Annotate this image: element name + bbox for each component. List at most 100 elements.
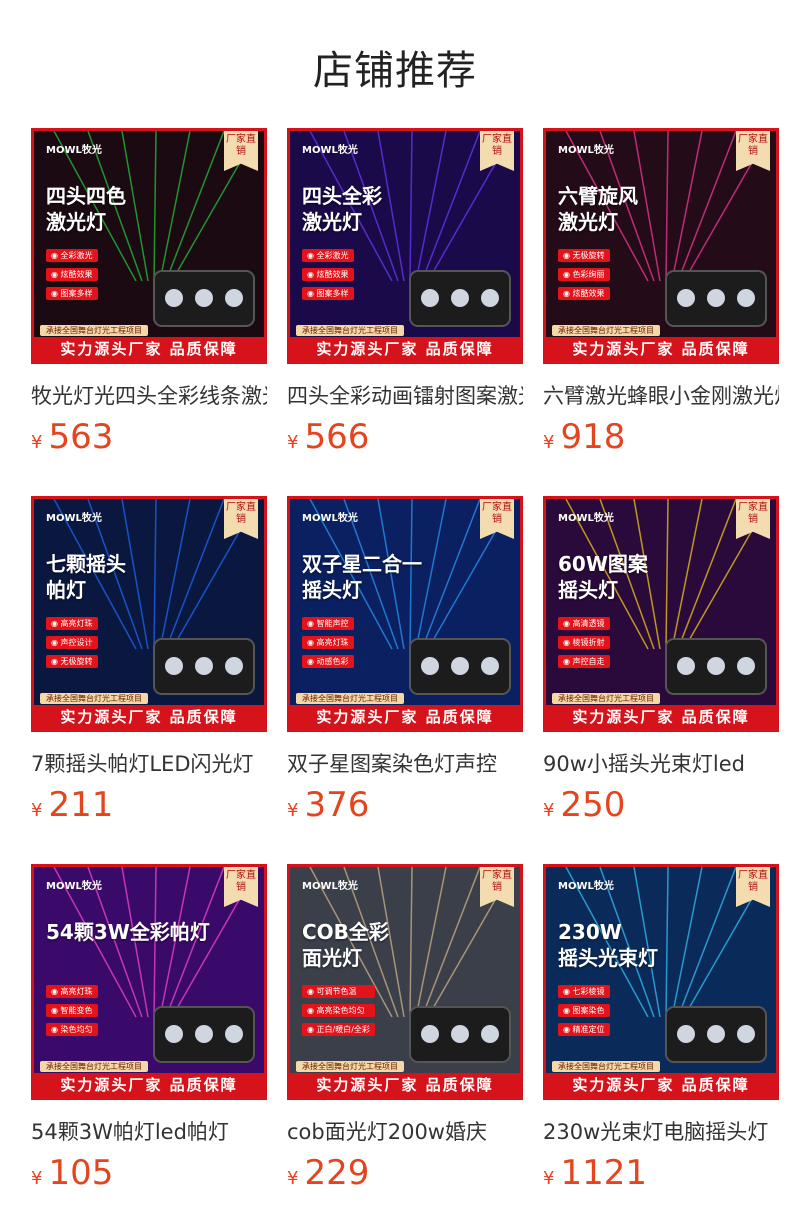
fixture-lens [451, 289, 469, 307]
feature-list: ◉ 智能声控 ◉ 高亮灯珠 ◉ 动感色彩 [302, 617, 354, 674]
light-beam [665, 867, 669, 1018]
fixture-lens [225, 657, 243, 675]
product-price: ¥376 [287, 784, 523, 826]
currency-symbol: ¥ [543, 1168, 555, 1189]
feature-item: ◉ 棱镜折射 [558, 636, 610, 649]
price-value: 105 [48, 1153, 114, 1193]
product-image[interactable]: MOWL牧光 厂家直销 四头四色 激光灯 ◉ 全彩激光 ◉ 炫酷效果 ◉ 图案多样 … [31, 128, 267, 364]
product-name[interactable]: 230w光束灯电脑摇头灯 [543, 1118, 779, 1146]
fixture-lens [737, 657, 755, 675]
product-headline: COB全彩 面光灯 [302, 920, 389, 970]
product-image[interactable]: MOWL牧光 厂家直销 230W 摇头光束灯 ◉ 七彩棱镜 ◉ 图案染色 ◉ 精准定… [543, 864, 779, 1100]
product-card[interactable]: MOWL牧光 厂家直销 COB全彩 面光灯 ◉ 可调节色温 ◉ 高亮染色均匀 ◉ 正… [287, 864, 523, 1194]
brand-logo: MOWL牧光 [302, 881, 358, 892]
feature-item: ◉ 图案多样 [46, 287, 98, 300]
feature-item: ◉ 色彩绚丽 [558, 268, 610, 281]
product-name[interactable]: 54颗3W帕灯led帕灯 [31, 1118, 267, 1146]
feature-item: ◉ 动感色彩 [302, 655, 354, 668]
currency-symbol: ¥ [31, 1168, 43, 1189]
brand-logo: MOWL牧光 [558, 881, 614, 892]
product-image[interactable]: MOWL牧光 厂家直销 四头全彩 激光灯 ◉ 全彩激光 ◉ 炫酷效果 ◉ 图案多样 … [287, 128, 523, 364]
feature-item: ◉ 高亮染色均匀 [302, 1004, 375, 1017]
quality-banner: 实力源头厂家 品质保障 [546, 337, 776, 361]
feature-list: ◉ 高亮灯珠 ◉ 智能变色 ◉ 染色均匀 [46, 985, 98, 1042]
product-card[interactable]: MOWL牧光 厂家直销 60W图案 摇头灯 ◉ 高清透镜 ◉ 棱镜折射 ◉ 声控自走… [543, 496, 779, 826]
fixture-lens [165, 657, 183, 675]
fixture-lens [481, 657, 499, 675]
fixture-lens [481, 289, 499, 307]
quality-banner: 实力源头厂家 品质保障 [34, 1073, 264, 1097]
fixture-lens [195, 1025, 213, 1043]
product-image[interactable]: MOWL牧光 厂家直销 54颗3W全彩帕灯 ◉ 高亮灯珠 ◉ 智能变色 ◉ 染色均匀… [31, 864, 267, 1100]
feature-item: ◉ 精准定位 [558, 1023, 610, 1036]
fixture-lens [737, 1025, 755, 1043]
product-headline: 四头全彩 激光灯 [302, 184, 382, 234]
product-card[interactable]: MOWL牧光 厂家直销 六臂旋风 激光灯 ◉ 无极旋转 ◉ 色彩绚丽 ◉ 炫酷效果 … [543, 128, 779, 458]
brand-logo: MOWL牧光 [46, 145, 102, 156]
product-card[interactable]: MOWL牧光 厂家直销 230W 摇头光束灯 ◉ 七彩棱镜 ◉ 图案染色 ◉ 精准定… [543, 864, 779, 1194]
price-value: 1121 [560, 1153, 647, 1193]
product-name[interactable]: 7颗摇头帕灯LED闪光灯 [31, 750, 267, 778]
product-price: ¥918 [543, 416, 779, 458]
light-beam [665, 131, 669, 282]
product-image[interactable]: MOWL牧光 厂家直销 七颗摇头 帕灯 ◉ 高亮灯珠 ◉ 声控设计 ◉ 无极旋转 承… [31, 496, 267, 732]
price-value: 250 [560, 785, 626, 825]
product-name[interactable]: 90w小摇头光束灯led [543, 750, 779, 778]
product-card[interactable]: MOWL牧光 厂家直销 四头四色 激光灯 ◉ 全彩激光 ◉ 炫酷效果 ◉ 图案多样 … [31, 128, 267, 458]
product-card[interactable]: MOWL牧光 厂家直销 双子星二合一 摇头灯 ◉ 智能声控 ◉ 高亮灯珠 ◉ 动感色… [287, 496, 523, 826]
product-name[interactable]: 六臂激光蜂眼小金刚激光灯 [543, 382, 779, 410]
currency-symbol: ¥ [31, 432, 43, 453]
feature-item: ◉ 声控设计 [46, 636, 98, 649]
light-beam [153, 499, 157, 650]
fixture-lens [165, 1025, 183, 1043]
project-banner: 承接全国舞台灯光工程项目 [296, 325, 404, 336]
quality-banner: 实力源头厂家 品质保障 [34, 705, 264, 729]
project-banner: 承接全国舞台灯光工程项目 [552, 693, 660, 704]
price-value: 563 [48, 417, 114, 457]
feature-list: ◉ 高清透镜 ◉ 棱镜折射 ◉ 声控自走 [558, 617, 610, 674]
fixture-lens [225, 289, 243, 307]
product-headline: 四头四色 激光灯 [46, 184, 126, 234]
product-name[interactable]: cob面光灯200w婚庆 [287, 1118, 523, 1146]
product-card[interactable]: MOWL牧光 厂家直销 七颗摇头 帕灯 ◉ 高亮灯珠 ◉ 声控设计 ◉ 无极旋转 承… [31, 496, 267, 826]
product-name[interactable]: 四头全彩动画镭射图案激光灯 [287, 382, 523, 410]
product-grid: MOWL牧光 厂家直销 四头四色 激光灯 ◉ 全彩激光 ◉ 炫酷效果 ◉ 图案多样 … [0, 0, 790, 1232]
fixture-lens [451, 657, 469, 675]
price-value: 211 [48, 785, 114, 825]
product-image[interactable]: MOWL牧光 厂家直销 六臂旋风 激光灯 ◉ 无极旋转 ◉ 色彩绚丽 ◉ 炫酷效果 … [543, 128, 779, 364]
feature-item: ◉ 无极旋转 [558, 249, 610, 262]
light-beam [409, 131, 413, 282]
feature-item: ◉ 高亮灯珠 [46, 617, 98, 630]
price-value: 566 [304, 417, 370, 457]
product-price: ¥563 [31, 416, 267, 458]
product-headline: 230W 摇头光束灯 [558, 920, 658, 970]
currency-symbol: ¥ [543, 432, 555, 453]
project-banner: 承接全国舞台灯光工程项目 [40, 325, 148, 336]
fixture-lens [737, 289, 755, 307]
fixture-lens [195, 657, 213, 675]
brand-logo: MOWL牧光 [302, 513, 358, 524]
price-value: 376 [304, 785, 370, 825]
product-name[interactable]: 双子星图案染色灯声控 [287, 750, 523, 778]
fixture-lens [421, 1025, 439, 1043]
fixture-lens [707, 1025, 725, 1043]
brand-logo: MOWL牧光 [46, 881, 102, 892]
feature-item: ◉ 声控自走 [558, 655, 610, 668]
feature-list: ◉ 全彩激光 ◉ 炫酷效果 ◉ 图案多样 [302, 249, 354, 306]
fixture-lens [225, 1025, 243, 1043]
product-image[interactable]: MOWL牧光 厂家直销 COB全彩 面光灯 ◉ 可调节色温 ◉ 高亮染色均匀 ◉ 正… [287, 864, 523, 1100]
product-image[interactable]: MOWL牧光 厂家直销 双子星二合一 摇头灯 ◉ 智能声控 ◉ 高亮灯珠 ◉ 动感色… [287, 496, 523, 732]
product-card[interactable]: MOWL牧光 厂家直销 54颗3W全彩帕灯 ◉ 高亮灯珠 ◉ 智能变色 ◉ 染色均匀… [31, 864, 267, 1194]
feature-list: ◉ 可调节色温 ◉ 高亮染色均匀 ◉ 正白/暖白/全彩 [302, 985, 375, 1042]
fixture-lens [195, 289, 213, 307]
feature-list: ◉ 七彩棱镜 ◉ 图案染色 ◉ 精准定位 [558, 985, 610, 1042]
product-card[interactable]: MOWL牧光 厂家直销 四头全彩 激光灯 ◉ 全彩激光 ◉ 炫酷效果 ◉ 图案多样 … [287, 128, 523, 458]
product-image[interactable]: MOWL牧光 厂家直销 60W图案 摇头灯 ◉ 高清透镜 ◉ 棱镜折射 ◉ 声控自走… [543, 496, 779, 732]
currency-symbol: ¥ [287, 432, 299, 453]
product-name[interactable]: 牧光灯光四头全彩线条激光灯 [31, 382, 267, 410]
feature-item: ◉ 智能变色 [46, 1004, 98, 1017]
light-beam [153, 131, 157, 282]
quality-banner: 实力源头厂家 品质保障 [290, 705, 520, 729]
fixture-lens [707, 289, 725, 307]
feature-item: ◉ 炫酷效果 [302, 268, 354, 281]
